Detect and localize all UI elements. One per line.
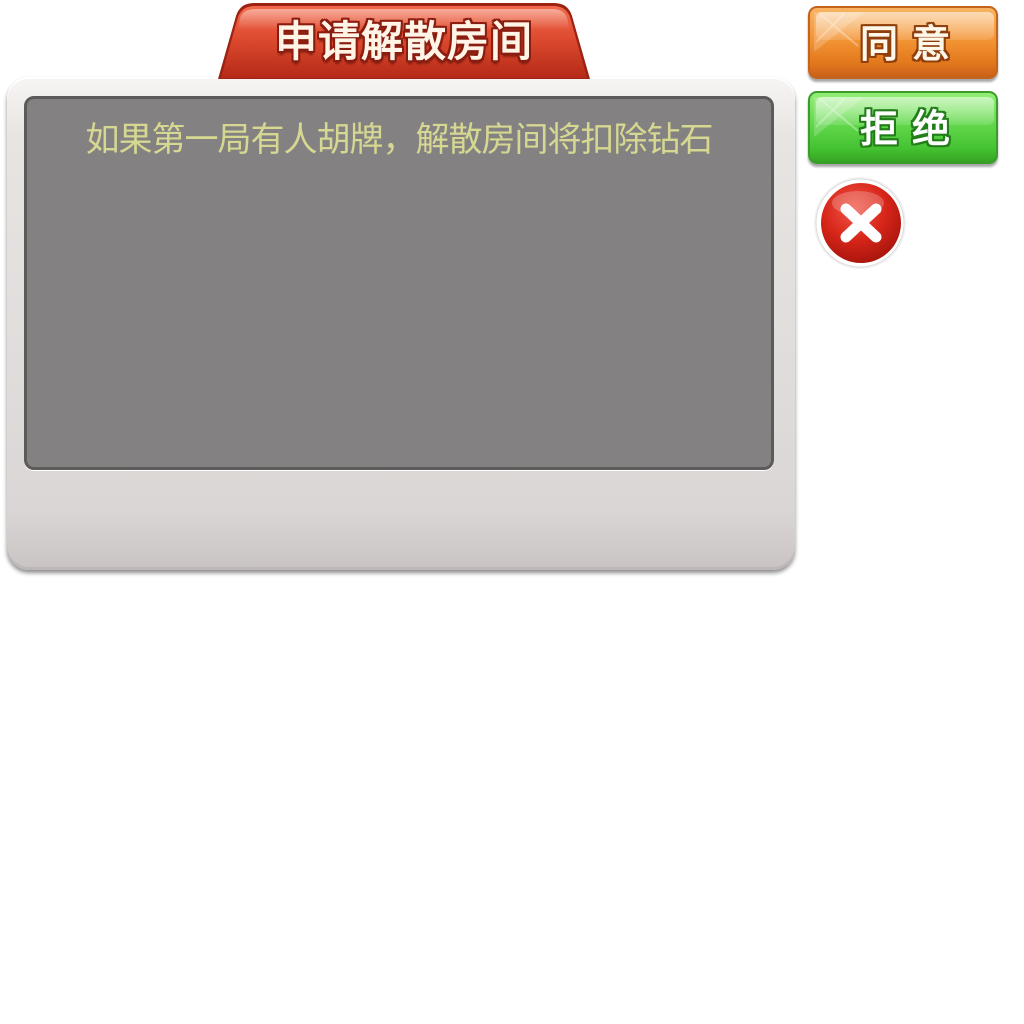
close-x-icon	[814, 177, 906, 269]
agree-button-label: 同意	[859, 22, 964, 66]
dissolve-warning-message: 如果第一局有人胡牌，解散房间将扣除钻石	[85, 120, 714, 160]
dialog-title-tab: 申请解散房间	[218, 2, 590, 80]
reject-button-label: 拒绝	[859, 107, 964, 151]
dialog-title: 申请解散房间	[274, 17, 533, 66]
dissolve-room-screen: 如果第一局有人胡牌，解散房间将扣除钻石 申请解散房间 同意 拒绝	[0, 0, 1024, 1024]
agree-button[interactable]: 同意	[808, 6, 998, 79]
close-button[interactable]	[812, 175, 908, 271]
reject-button[interactable]: 拒绝	[808, 91, 998, 164]
